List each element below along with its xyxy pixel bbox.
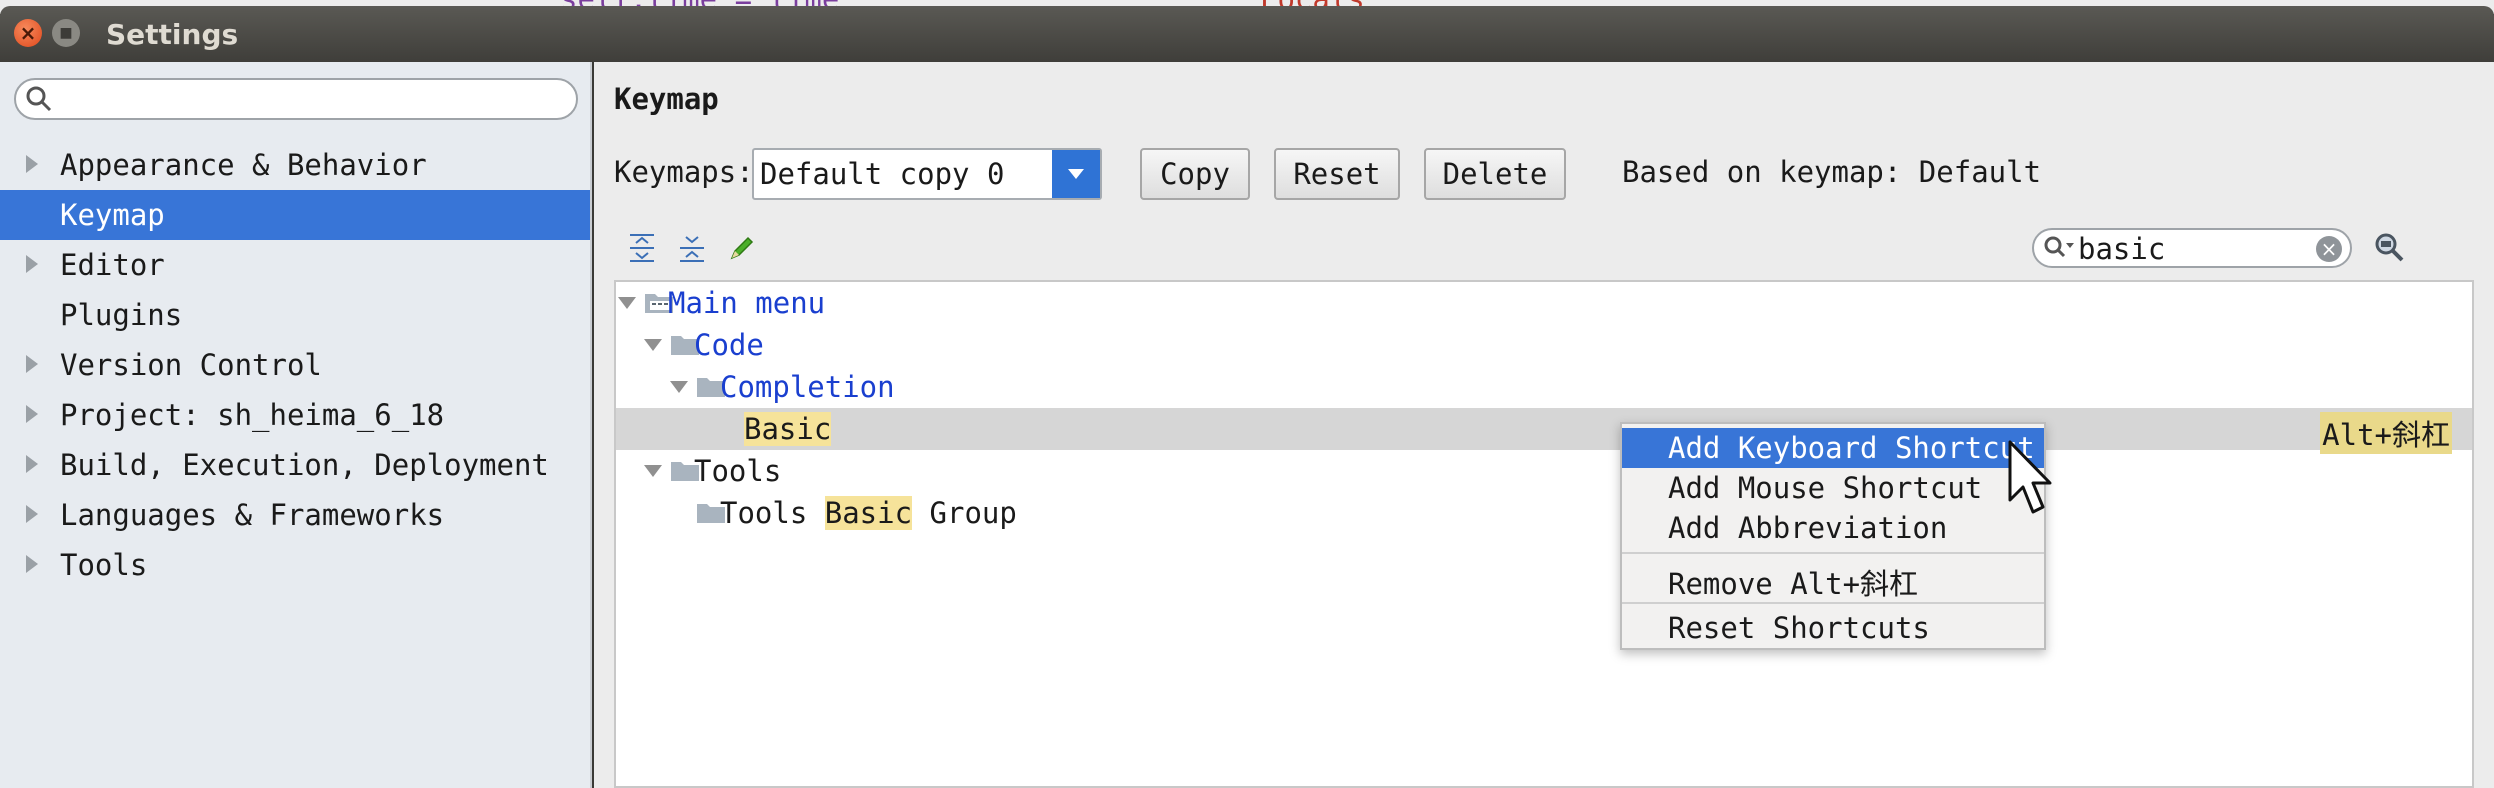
delete-button[interactable]: Delete [1424, 148, 1566, 200]
expand-arrow-icon[interactable] [26, 355, 38, 373]
sidebar-item-label: Editor [60, 248, 165, 282]
window-title: Settings [106, 18, 239, 51]
collapse-arrow-icon[interactable] [618, 297, 636, 309]
based-on-keymap-text: Based on keymap: Default [1622, 155, 2042, 189]
tree-row-basic[interactable]: Basic Alt+斜杠 [616, 408, 2472, 454]
sidebar-item-build-execution-deployment[interactable]: Build, Execution, Deployment [0, 440, 590, 490]
shortcut-badge: Alt+斜杠 [2320, 412, 2452, 454]
sidebar-item-label: Keymap [60, 198, 165, 232]
keymap-select[interactable]: Default copy 0 [752, 148, 1102, 200]
sidebar-item-label: Appearance & Behavior [60, 148, 427, 182]
tree-row-tools-basic-group[interactable]: Tools Basic Group [616, 492, 2472, 534]
filter-value: basic [2078, 232, 2166, 266]
dropdown-button[interactable] [1052, 150, 1100, 198]
keymap-panel: Keymap Keymaps: Default copy 0 Copy Rese… [594, 62, 2494, 788]
collapse-arrow-icon[interactable] [644, 465, 662, 477]
sidebar-item-project[interactable]: Project: sh_heima_6_18 [0, 390, 590, 440]
keymaps-label: Keymaps: [614, 155, 754, 189]
tree-row-label: Tools [694, 454, 782, 488]
tree-row-label: Main menu [668, 286, 826, 320]
window-titlebar: × ■ Settings [0, 6, 2494, 62]
tree-row-label-part: Tools [720, 496, 825, 530]
minimize-icon: ■ [59, 25, 73, 41]
menu-item-remove-shortcut[interactable]: Remove Alt+斜杠 [1622, 558, 2044, 601]
menu-item-label: Add Abbreviation [1668, 511, 1948, 545]
menu-item-label: Remove Alt+斜杠 [1668, 567, 1919, 601]
sidebar-item-label: Build, Execution, Deployment [60, 448, 549, 482]
search-icon [26, 86, 52, 112]
close-icon: × [19, 21, 37, 45]
tree-row-main-menu[interactable]: Main menu [616, 282, 2472, 324]
sidebar-item-keymap[interactable]: Keymap [0, 190, 590, 240]
sidebar-item-label: Tools [60, 548, 148, 582]
sidebar-item-version-control[interactable]: Version Control [0, 340, 590, 390]
expand-all-icon[interactable] [626, 232, 658, 264]
menu-item-label: Add Keyboard Shortcut [1668, 431, 2035, 465]
search-match-highlight: Basic [824, 496, 913, 530]
menu-separator [1622, 602, 2044, 604]
reset-button[interactable]: Reset [1274, 148, 1400, 200]
expand-arrow-icon[interactable] [26, 505, 38, 523]
tree-row-label-part: Group [912, 496, 1017, 530]
menu-item-reset-shortcuts[interactable]: Reset Shortcuts [1622, 608, 2044, 648]
close-window-button[interactable]: × [14, 19, 42, 47]
sidebar-item-label: Plugins [60, 298, 183, 332]
menu-item-label: Reset Shortcuts [1668, 611, 1930, 645]
collapse-all-icon[interactable] [676, 232, 708, 264]
tree-row-label: Basic [744, 412, 832, 446]
context-menu: Add Keyboard Shortcut Add Mouse Shortcut… [1620, 422, 2046, 650]
sidebar-item-label: Languages & Frameworks [60, 498, 445, 532]
sidebar-item-tools[interactable]: Tools [0, 540, 590, 590]
tree-row-label: Tools Basic Group [720, 496, 1017, 530]
copy-button[interactable]: Copy [1140, 148, 1250, 200]
expand-arrow-icon[interactable] [26, 405, 38, 423]
collapse-arrow-icon[interactable] [670, 381, 688, 393]
search-options-icon[interactable] [2042, 234, 2076, 264]
edit-pencil-icon[interactable] [726, 232, 758, 264]
tree-row-code[interactable]: Code [616, 324, 2472, 366]
expand-arrow-icon[interactable] [26, 555, 38, 573]
sidebar-item-appearance-behavior[interactable]: Appearance & Behavior [0, 140, 590, 190]
menu-item-add-abbreviation[interactable]: Add Abbreviation [1622, 508, 2044, 548]
sidebar-item-label: Project: sh_heima_6_18 [60, 398, 445, 432]
sidebar-item-languages-frameworks[interactable]: Languages & Frameworks [0, 490, 590, 540]
tree-row-label: Completion [720, 370, 895, 404]
minimize-window-button[interactable]: ■ [52, 19, 80, 47]
expand-arrow-icon[interactable] [26, 155, 38, 173]
sidebar-item-label: Version Control [60, 348, 322, 382]
expand-arrow-icon[interactable] [26, 255, 38, 273]
find-by-shortcut-icon[interactable] [2372, 230, 2406, 264]
chevron-down-icon [1068, 169, 1084, 179]
menu-item-label: Add Mouse Shortcut [1668, 471, 1983, 505]
collapse-arrow-icon[interactable] [644, 339, 662, 351]
keymap-action-tree: Main menu Code Completion Basic Alt+斜杠 T [614, 280, 2474, 788]
settings-sidebar: Appearance & Behavior Keymap Editor Plug… [0, 62, 592, 788]
sidebar-search-input[interactable] [14, 78, 578, 120]
expand-arrow-icon[interactable] [26, 455, 38, 473]
page-title: Keymap [614, 82, 719, 116]
menu-item-add-keyboard-shortcut[interactable]: Add Keyboard Shortcut [1622, 428, 2044, 468]
menu-item-add-mouse-shortcut[interactable]: Add Mouse Shortcut [1622, 468, 2044, 508]
tree-row-completion[interactable]: Completion [616, 366, 2472, 408]
keymap-select-value: Default copy 0 [760, 157, 1005, 191]
tree-row-label: Code [694, 328, 764, 362]
tree-row-tools[interactable]: Tools [616, 450, 2472, 492]
menu-separator [1622, 552, 2044, 554]
sidebar-item-plugins[interactable]: Plugins [0, 290, 590, 340]
mouse-cursor-icon [2008, 440, 2052, 514]
clear-search-icon[interactable]: × [2316, 236, 2342, 262]
sidebar-item-editor[interactable]: Editor [0, 240, 590, 290]
keymap-filter-input[interactable]: basic × [2032, 228, 2352, 268]
